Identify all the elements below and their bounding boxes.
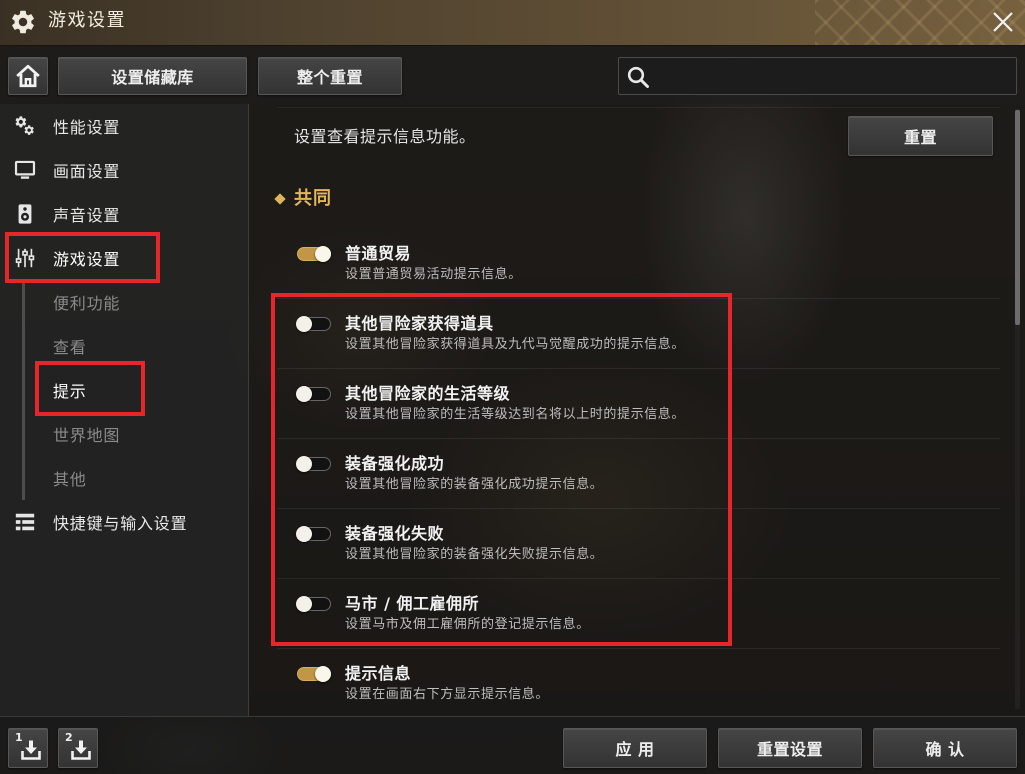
window-title-bar: 游戏设置 (0, 0, 1025, 46)
toggle-switch[interactable] (296, 526, 331, 542)
reset-button[interactable]: 重置 (848, 116, 993, 156)
sidebar-subitem-label: 其他 (53, 470, 87, 489)
section-title: 共同 (294, 188, 332, 209)
download-icon (69, 738, 93, 762)
save-slot-1-button[interactable]: 1 (8, 728, 48, 768)
apply-button[interactable]: 应 用 (563, 728, 707, 768)
cogs-icon (14, 115, 36, 137)
settings-content: 设置查看提示信息功能。 重置 共同 普通贸易 设置普通贸易活动提示信息。 其他冒… (249, 104, 1025, 716)
sidebar-subitem-label: 查看 (53, 338, 87, 357)
option-title: 马市 / 佣工雇佣所 (345, 594, 479, 613)
option-description: 设置马市及佣工雇佣所的登记提示信息。 (345, 617, 590, 632)
preset-storage-button[interactable]: 设置储藏库 (58, 57, 247, 95)
sidebar-item-display[interactable]: 画面设置 (0, 148, 248, 192)
speaker-icon (14, 203, 36, 225)
scrollbar-thumb[interactable] (1015, 110, 1020, 325)
confirm-button[interactable]: 确 认 (873, 728, 1017, 768)
sidebar-item-performance[interactable]: 性能设置 (0, 104, 248, 148)
option-title: 提示信息 (345, 664, 412, 683)
settings-sidebar: 性能设置 画面设置 声音设置 游戏设置 便利功能 查看 提示 世界地图 其他 快… (0, 104, 249, 716)
tip-option-row: 马市 / 佣工雇佣所 设置马市及佣工雇佣所的登记提示信息。 (277, 579, 1000, 649)
subnav-tree-line (22, 283, 25, 500)
footer-bar: 1 2 应 用 重置设置 确 认 (0, 716, 1025, 774)
tip-option-row: 装备强化成功 设置其他冒险家的装备强化成功提示信息。 (277, 439, 1000, 509)
option-title: 装备强化成功 (345, 454, 445, 473)
sidebar-subitem-convenience[interactable]: 便利功能 (0, 280, 248, 324)
option-title: 其他冒险家获得道具 (345, 314, 494, 333)
reset-settings-button[interactable]: 重置设置 (718, 728, 862, 768)
tip-option-row: 装备强化失败 设置其他冒险家的装备强化失败提示信息。 (277, 509, 1000, 579)
tip-option-row: 其他冒险家的生活等级 设置其他冒险家的生活等级达到名将以上时的提示信息。 (277, 369, 1000, 439)
gear-icon (9, 8, 37, 36)
monitor-icon (14, 159, 36, 181)
option-title: 装备强化失败 (345, 524, 445, 543)
search-box (618, 57, 1017, 95)
toggle-switch[interactable] (296, 456, 331, 472)
option-description: 设置其他冒险家获得道具及九代马觉醒成功的提示信息。 (345, 337, 686, 352)
sidebar-subitem-view[interactable]: 查看 (0, 324, 248, 368)
tip-option-row: 普通贸易 设置普通贸易活动提示信息。 (277, 229, 1000, 299)
toggle-knob (296, 596, 312, 612)
sidebar-subitem-label: 便利功能 (53, 294, 121, 313)
sidebar-item-label: 快捷键与输入设置 (53, 514, 188, 533)
diamond-bullet-icon (274, 193, 286, 205)
toggle-knob (315, 666, 331, 682)
save-slot-2-button[interactable]: 2 (58, 728, 98, 768)
sidebar-item-label: 游戏设置 (53, 250, 121, 269)
option-description: 设置普通贸易活动提示信息。 (345, 267, 522, 282)
game-settings-subnav: 便利功能 查看 提示 世界地图 其他 (0, 280, 248, 500)
sidebar-item-game-settings[interactable]: 游戏设置 (0, 236, 248, 280)
option-title: 普通贸易 (345, 244, 412, 263)
search-input[interactable] (657, 62, 1009, 90)
reset-all-button[interactable]: 整个重置 (258, 57, 402, 95)
option-description: 设置其他冒险家的装备强化成功提示信息。 (345, 477, 604, 492)
toggle-switch[interactable] (297, 666, 331, 682)
toggle-knob (296, 456, 312, 472)
home-button[interactable] (8, 57, 48, 95)
toggle-knob (315, 246, 331, 262)
tip-option-row: 其他冒险家获得道具 设置其他冒险家获得道具及九代马觉醒成功的提示信息。 (277, 299, 1000, 369)
page-description: 设置查看提示信息功能。 (294, 127, 476, 146)
sidebar-subitem-tips[interactable]: 提示 (0, 368, 248, 412)
toggle-knob (296, 386, 312, 402)
sidebar-item-shortcuts[interactable]: 快捷键与输入设置 (0, 500, 248, 544)
sidebar-subitem-label: 世界地图 (53, 426, 121, 445)
sidebar-item-sound[interactable]: 声音设置 (0, 192, 248, 236)
shortcut-list-icon (14, 511, 36, 533)
toggle-switch[interactable] (296, 386, 331, 402)
option-description: 设置其他冒险家的生活等级达到名将以上时的提示信息。 (345, 407, 686, 422)
toolbar: 设置储藏库 整个重置 (0, 46, 1025, 104)
sliders-icon (14, 247, 36, 269)
sidebar-subitem-label: 提示 (53, 382, 87, 401)
sidebar-subitem-other[interactable]: 其他 (0, 456, 248, 500)
close-button[interactable] (989, 8, 1017, 36)
sidebar-item-label: 性能设置 (53, 118, 121, 137)
toggle-knob (296, 526, 312, 542)
option-title: 其他冒险家的生活等级 (345, 384, 511, 403)
home-icon (16, 64, 40, 88)
toggle-switch[interactable] (296, 596, 331, 612)
window-title: 游戏设置 (48, 10, 126, 31)
tip-option-row: 提示信息 设置在画面右下方显示提示信息。 (277, 649, 1000, 716)
tip-options-list: 普通贸易 设置普通贸易活动提示信息。 其他冒险家获得道具 设置其他冒险家获得道具… (277, 229, 1000, 716)
sidebar-item-label: 声音设置 (53, 206, 121, 225)
toggle-knob (296, 316, 312, 332)
option-description: 设置在画面右下方显示提示信息。 (345, 687, 550, 702)
search-icon (626, 65, 650, 89)
sidebar-subitem-world-map[interactable]: 世界地图 (0, 412, 248, 456)
toggle-switch[interactable] (297, 246, 331, 262)
close-icon (993, 12, 1013, 32)
sidebar-item-label: 画面设置 (53, 162, 121, 181)
option-description: 设置其他冒险家的装备强化失败提示信息。 (345, 547, 604, 562)
toggle-switch[interactable] (296, 316, 331, 332)
content-divider (277, 107, 1000, 108)
download-icon (19, 738, 43, 762)
